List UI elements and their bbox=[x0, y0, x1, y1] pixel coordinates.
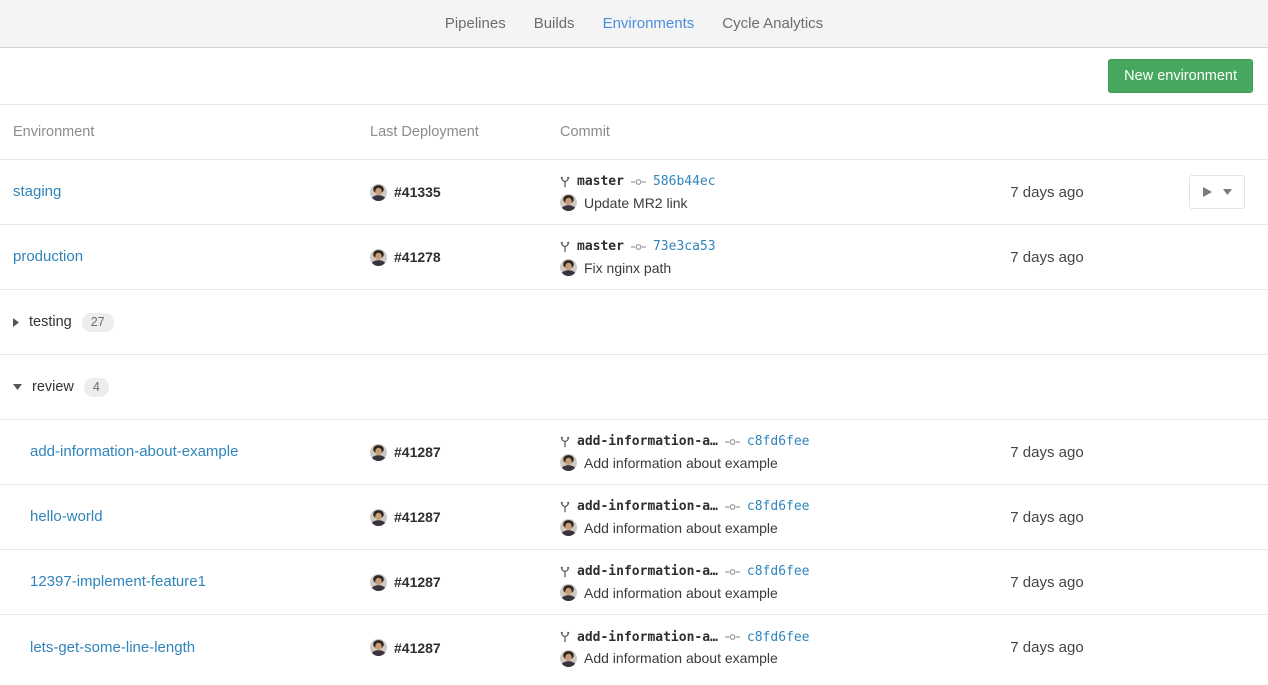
play-icon bbox=[1202, 186, 1213, 198]
chevron-down-icon bbox=[1223, 189, 1232, 195]
deployment-timestamp: 7 days ago bbox=[972, 509, 1122, 526]
deployment-timestamp: 7 days ago bbox=[972, 444, 1122, 461]
column-header-last-deployment: Last Deployment bbox=[370, 124, 560, 140]
environment-link[interactable]: lets-get-some-line-length bbox=[30, 639, 195, 656]
deployment-link[interactable]: #41287 bbox=[394, 640, 441, 656]
branch-icon bbox=[560, 631, 570, 643]
branch-link[interactable]: add-information-a… bbox=[577, 630, 718, 645]
project-nav: Pipelines Builds Environments Cycle Anal… bbox=[0, 0, 1268, 48]
environment-row: add-information-about-example #41287 add… bbox=[0, 420, 1268, 485]
new-environment-button[interactable]: New environment bbox=[1108, 59, 1253, 93]
environment-link[interactable]: hello-world bbox=[30, 508, 103, 525]
deployment-link[interactable]: #41335 bbox=[394, 184, 441, 200]
count-badge: 4 bbox=[84, 378, 109, 397]
commit-sha-link[interactable]: c8fd6fee bbox=[747, 499, 810, 514]
branch-icon bbox=[560, 566, 570, 578]
folder-row: review 4 bbox=[0, 355, 1268, 420]
environments-table: Environment Last Deployment Commit stagi… bbox=[0, 105, 1268, 680]
caret-down-icon bbox=[13, 384, 22, 390]
commit-icon bbox=[725, 437, 740, 447]
tab-builds[interactable]: Builds bbox=[520, 0, 589, 47]
commit-message-link[interactable]: Add information about example bbox=[584, 585, 778, 601]
avatar[interactable] bbox=[560, 519, 577, 536]
column-header-environment: Environment bbox=[0, 124, 370, 140]
avatar[interactable] bbox=[370, 639, 387, 656]
deployment-link[interactable]: #41287 bbox=[394, 509, 441, 525]
folder-toggle[interactable]: testing 27 bbox=[0, 313, 114, 332]
commit-sha-link[interactable]: c8fd6fee bbox=[747, 564, 810, 579]
commit-message-link[interactable]: Add information about example bbox=[584, 520, 778, 536]
avatar[interactable] bbox=[370, 509, 387, 526]
folder-toggle[interactable]: review 4 bbox=[0, 378, 109, 397]
count-badge: 27 bbox=[82, 313, 114, 332]
branch-icon bbox=[560, 241, 570, 253]
commit-sha-link[interactable]: c8fd6fee bbox=[747, 630, 810, 645]
environment-link[interactable]: add-information-about-example bbox=[30, 443, 238, 460]
commit-sha-link[interactable]: 73e3ca53 bbox=[653, 239, 716, 254]
deployment-timestamp: 7 days ago bbox=[972, 574, 1122, 591]
deployment-link[interactable]: #41287 bbox=[394, 444, 441, 460]
commit-sha-link[interactable]: c8fd6fee bbox=[747, 434, 810, 449]
branch-link[interactable]: master bbox=[577, 239, 624, 254]
commit-message-link[interactable]: Add information about example bbox=[584, 650, 778, 666]
environment-row: staging #41335 master 586b44ec Update MR… bbox=[0, 160, 1268, 225]
tab-pipelines[interactable]: Pipelines bbox=[431, 0, 520, 47]
environment-row: 12397-implement-feature1 #41287 add-info… bbox=[0, 550, 1268, 615]
avatar[interactable] bbox=[370, 574, 387, 591]
avatar[interactable] bbox=[370, 249, 387, 266]
deployment-link[interactable]: #41278 bbox=[394, 249, 441, 265]
commit-message-link[interactable]: Add information about example bbox=[584, 455, 778, 471]
environment-link[interactable]: 12397-implement-feature1 bbox=[30, 573, 206, 590]
environment-link[interactable]: production bbox=[13, 248, 83, 265]
toolbar: New environment bbox=[0, 48, 1268, 105]
environment-link[interactable]: staging bbox=[13, 183, 61, 200]
commit-icon bbox=[725, 632, 740, 642]
avatar[interactable] bbox=[560, 194, 577, 211]
avatar[interactable] bbox=[560, 584, 577, 601]
branch-link[interactable]: add-information-a… bbox=[577, 564, 718, 579]
commit-icon bbox=[725, 502, 740, 512]
avatar[interactable] bbox=[560, 650, 577, 667]
branch-link[interactable]: master bbox=[577, 174, 624, 189]
environment-row: lets-get-some-line-length #41287 add-inf… bbox=[0, 615, 1268, 680]
commit-icon bbox=[631, 177, 646, 187]
avatar[interactable] bbox=[560, 454, 577, 471]
manual-action-dropdown-button[interactable] bbox=[1189, 175, 1245, 209]
tab-environments[interactable]: Environments bbox=[589, 0, 709, 47]
branch-icon bbox=[560, 436, 570, 448]
branch-icon bbox=[560, 501, 570, 513]
folder-name: review bbox=[32, 379, 74, 395]
avatar[interactable] bbox=[370, 444, 387, 461]
environment-row: hello-world #41287 add-information-a… c8… bbox=[0, 485, 1268, 550]
branch-link[interactable]: add-information-a… bbox=[577, 499, 718, 514]
folder-row: testing 27 bbox=[0, 290, 1268, 355]
environment-row: production #41278 master 73e3ca53 Fix ng… bbox=[0, 225, 1268, 290]
folder-name: testing bbox=[29, 314, 72, 330]
table-header-row: Environment Last Deployment Commit bbox=[0, 105, 1268, 160]
commit-icon bbox=[725, 567, 740, 577]
commit-icon bbox=[631, 242, 646, 252]
commit-message-link[interactable]: Fix nginx path bbox=[584, 260, 671, 276]
branch-link[interactable]: add-information-a… bbox=[577, 434, 718, 449]
avatar[interactable] bbox=[560, 259, 577, 276]
commit-sha-link[interactable]: 586b44ec bbox=[653, 174, 716, 189]
commit-message-link[interactable]: Update MR2 link bbox=[584, 195, 688, 211]
deployment-timestamp: 7 days ago bbox=[972, 639, 1122, 656]
deployment-timestamp: 7 days ago bbox=[972, 249, 1122, 266]
caret-right-icon bbox=[13, 318, 19, 327]
tab-cycle-analytics[interactable]: Cycle Analytics bbox=[708, 0, 837, 47]
deployment-link[interactable]: #41287 bbox=[394, 574, 441, 590]
avatar[interactable] bbox=[370, 184, 387, 201]
column-header-commit: Commit bbox=[560, 124, 972, 140]
deployment-timestamp: 7 days ago bbox=[972, 184, 1122, 201]
branch-icon bbox=[560, 176, 570, 188]
